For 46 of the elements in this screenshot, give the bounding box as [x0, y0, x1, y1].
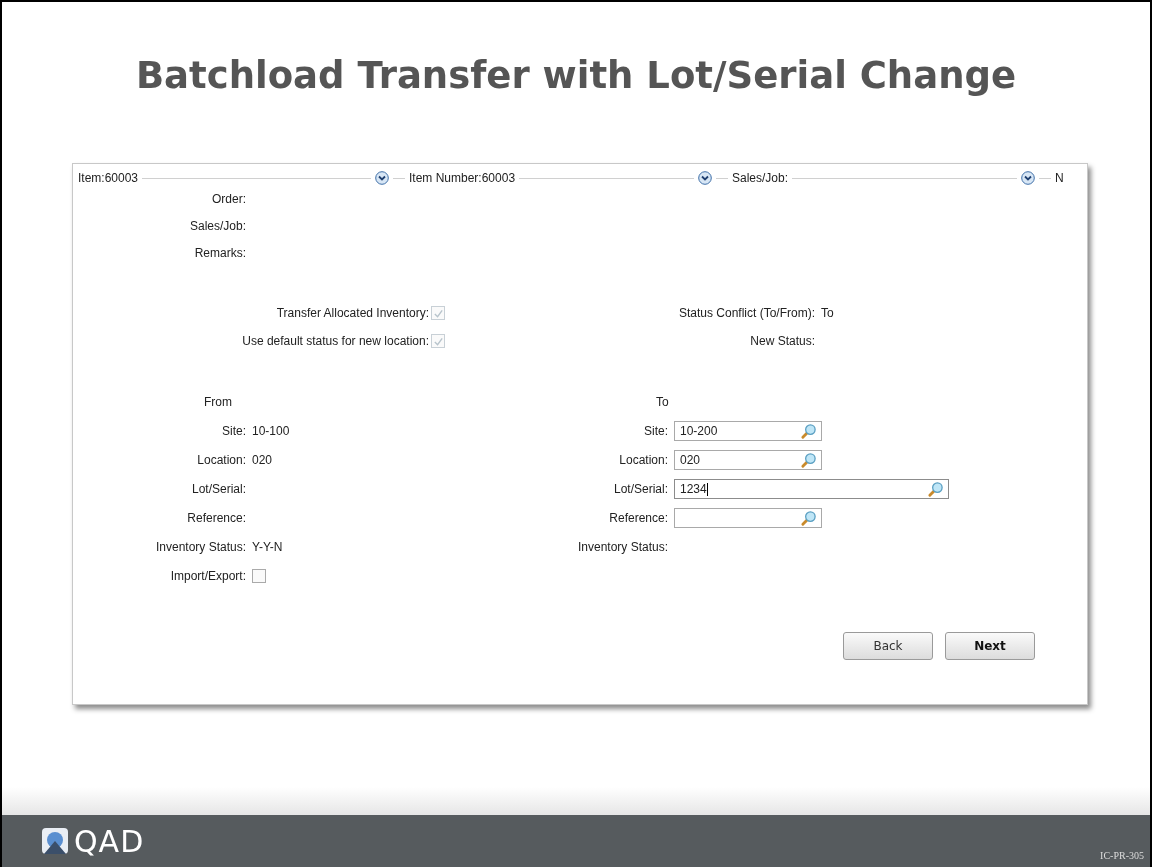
slide-code: IC-PR-305 [1100, 850, 1144, 863]
field-label: Reference: [186, 511, 246, 525]
lookup-field[interactable] [674, 508, 822, 528]
field-label: Order: [212, 192, 246, 206]
option-label: Transfer Allocated Inventory: [275, 306, 430, 320]
lookup-field[interactable]: 1234 [674, 479, 949, 499]
search-icon[interactable] [800, 509, 817, 527]
field-label: Sales/Job: [189, 219, 246, 233]
option-label: Use default status for new location: [241, 334, 430, 348]
logo-text: QAD [74, 823, 145, 859]
field-label: Inventory Status: [154, 540, 246, 554]
field-label: Site: [643, 424, 668, 438]
field-value: Y-Y-N [252, 540, 283, 554]
wizard-button[interactable]: Back [843, 632, 933, 660]
field-label: Status Conflict (To/From): [677, 306, 816, 320]
field-label: Reference: [608, 511, 668, 525]
chevron-down-icon[interactable] [698, 171, 712, 185]
section-header-label: Item Number:60003 [409, 171, 517, 185]
section-header-label: Sales/Job: [732, 171, 790, 185]
field-value: 10-100 [252, 424, 290, 438]
slide-title: Batchload Transfer with Lot/Serial Change [134, 54, 1018, 99]
field-label: Location: [618, 453, 668, 467]
lookup-field[interactable]: 020 [674, 450, 822, 470]
field-label: Site: [221, 424, 246, 438]
lookup-field[interactable]: 10-200 [674, 421, 822, 441]
logo-icon [42, 828, 68, 854]
checkbox[interactable] [252, 569, 266, 583]
section-header-label: N [1055, 171, 1064, 185]
search-icon[interactable] [800, 422, 817, 440]
field-label: Lot/Serial: [612, 482, 668, 496]
field-value: To [821, 306, 835, 320]
field-label: Inventory Status: [576, 540, 668, 554]
field-label: Import/Export: [169, 569, 246, 583]
wizard-button[interactable]: Next [945, 632, 1035, 660]
section-header-label: Item:60003 [78, 171, 140, 185]
chevron-down-icon[interactable] [375, 171, 389, 185]
field-label: Remarks: [194, 246, 246, 260]
field-value: 020 [252, 453, 273, 467]
column-heading: From [203, 395, 233, 409]
field-label: Lot/Serial: [190, 482, 246, 496]
search-icon[interactable] [927, 480, 944, 498]
chevron-down-icon[interactable] [1021, 171, 1035, 185]
column-heading: To [655, 395, 668, 409]
search-icon[interactable] [800, 451, 817, 469]
field-label: New Status: [749, 334, 816, 348]
field-label: Location: [196, 453, 246, 467]
